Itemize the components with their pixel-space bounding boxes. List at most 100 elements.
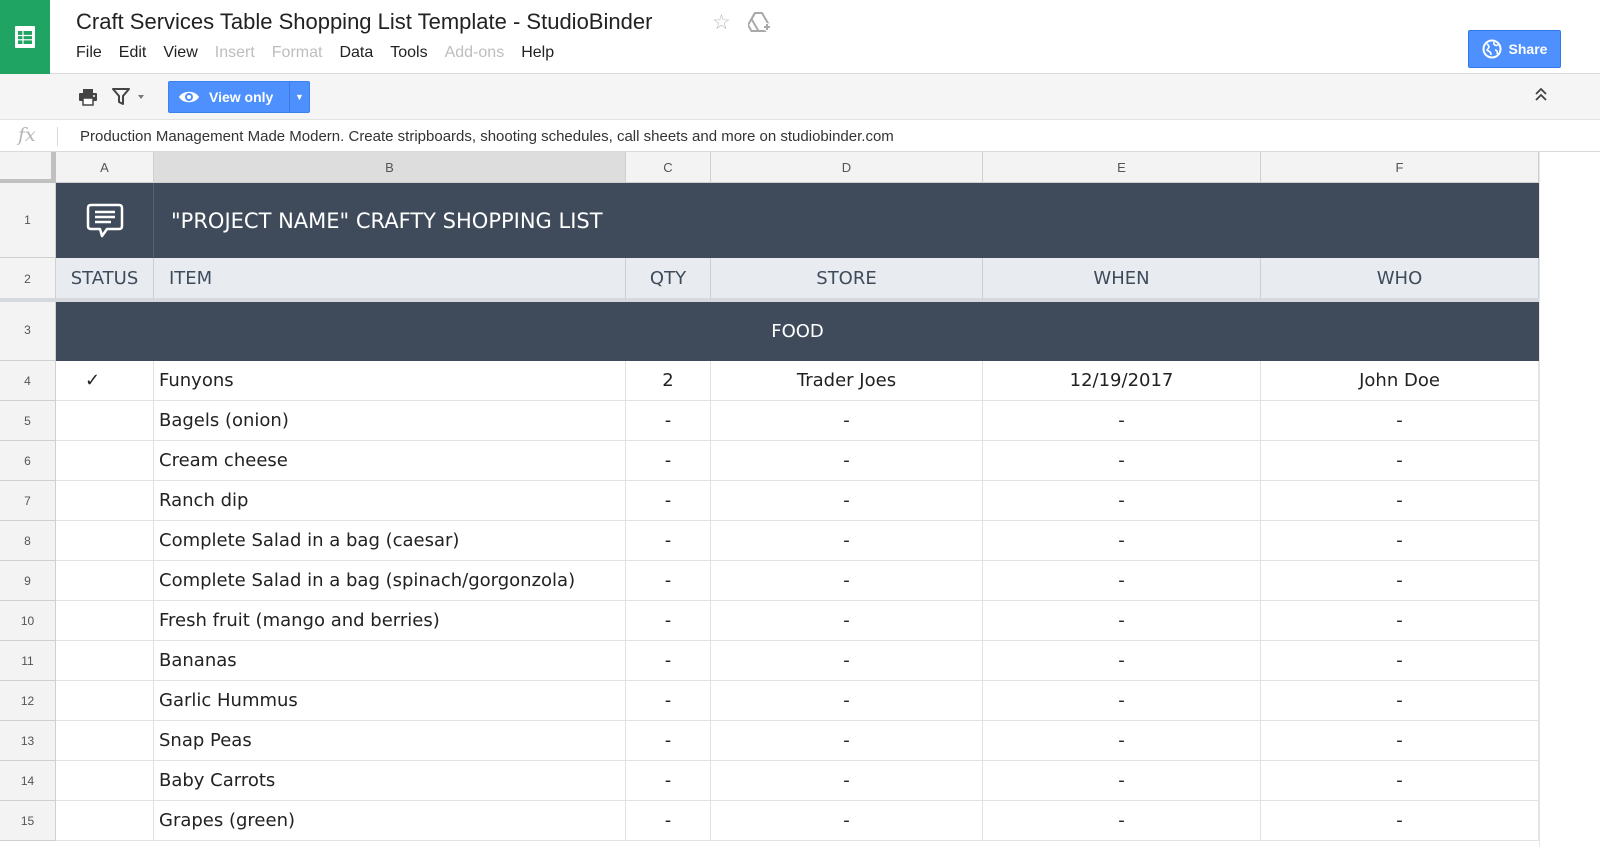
store-cell[interactable]: -	[711, 641, 983, 681]
who-cell[interactable]: -	[1261, 601, 1539, 641]
menu-view[interactable]: View	[163, 44, 197, 62]
formula-input[interactable]: Production Management Made Modern. Creat…	[80, 128, 894, 145]
store-cell[interactable]: -	[711, 401, 983, 441]
who-cell[interactable]: -	[1261, 761, 1539, 801]
row-header[interactable]: 1	[0, 183, 56, 258]
qty-cell[interactable]: 2	[626, 361, 711, 401]
qty-cell[interactable]: -	[626, 561, 711, 601]
store-cell[interactable]: -	[711, 561, 983, 601]
status-cell[interactable]	[56, 761, 154, 801]
qty-cell[interactable]: -	[626, 401, 711, 441]
store-cell[interactable]: -	[711, 761, 983, 801]
status-cell[interactable]	[56, 681, 154, 721]
who-cell[interactable]: -	[1261, 721, 1539, 761]
qty-cell[interactable]: -	[626, 521, 711, 561]
header-cell-item[interactable]: ITEM	[154, 258, 626, 299]
column-header-d[interactable]: D	[711, 152, 983, 183]
who-cell[interactable]: John Doe	[1261, 361, 1539, 401]
banner-icon-cell[interactable]	[56, 183, 154, 258]
status-cell[interactable]	[56, 481, 154, 521]
who-cell[interactable]: -	[1261, 521, 1539, 561]
column-header-a[interactable]: A	[56, 152, 154, 183]
column-header-b[interactable]: B	[154, 152, 626, 183]
row-header[interactable]: 8	[0, 521, 56, 561]
item-cell[interactable]: Funyons	[154, 361, 626, 401]
store-cell[interactable]: -	[711, 601, 983, 641]
when-cell[interactable]: -	[983, 681, 1261, 721]
row-header[interactable]: 3	[0, 300, 56, 361]
who-cell[interactable]: -	[1261, 681, 1539, 721]
qty-cell[interactable]: -	[626, 761, 711, 801]
view-only-dropdown-icon[interactable]: ▼	[289, 82, 309, 112]
drive-icon[interactable]	[746, 12, 772, 38]
qty-cell[interactable]: -	[626, 481, 711, 521]
when-cell[interactable]: -	[983, 401, 1261, 441]
row-header[interactable]: 9	[0, 561, 56, 601]
row-header[interactable]: 11	[0, 641, 56, 681]
sheet-title-cell[interactable]: "PROJECT NAME" CRAFTY SHOPPING LIST	[154, 183, 1539, 258]
when-cell[interactable]: -	[983, 721, 1261, 761]
when-cell[interactable]: 12/19/2017	[983, 361, 1261, 401]
when-cell[interactable]: -	[983, 561, 1261, 601]
store-cell[interactable]: -	[711, 441, 983, 481]
store-cell[interactable]: -	[711, 481, 983, 521]
item-cell[interactable]: Complete Salad in a bag (caesar)	[154, 521, 626, 561]
item-cell[interactable]: Grapes (green)	[154, 801, 626, 841]
menu-file[interactable]: File	[76, 44, 102, 62]
qty-cell[interactable]: -	[626, 641, 711, 681]
menu-edit[interactable]: Edit	[119, 44, 147, 62]
when-cell[interactable]: -	[983, 801, 1261, 841]
item-cell[interactable]: Bagels (onion)	[154, 401, 626, 441]
qty-cell[interactable]: -	[626, 801, 711, 841]
item-cell[interactable]: Garlic Hummus	[154, 681, 626, 721]
status-cell[interactable]	[56, 521, 154, 561]
header-cell-when[interactable]: WHEN	[983, 258, 1261, 299]
filter-icon[interactable]	[112, 88, 148, 111]
header-cell-qty[interactable]: QTY	[626, 258, 711, 299]
printer-icon[interactable]	[78, 88, 98, 111]
star-outline-icon[interactable]: ☆	[712, 10, 731, 35]
store-cell[interactable]: -	[711, 681, 983, 721]
section-food-cell[interactable]: FOOD	[56, 302, 1539, 361]
row-header[interactable]: 15	[0, 801, 56, 841]
when-cell[interactable]: -	[983, 481, 1261, 521]
who-cell[interactable]: -	[1261, 641, 1539, 681]
row-header[interactable]: 2	[0, 258, 56, 300]
who-cell[interactable]: -	[1261, 561, 1539, 601]
who-cell[interactable]: -	[1261, 481, 1539, 521]
qty-cell[interactable]: -	[626, 721, 711, 761]
sheets-logo-icon[interactable]	[0, 0, 50, 74]
status-cell[interactable]	[56, 601, 154, 641]
status-cell[interactable]	[56, 801, 154, 841]
when-cell[interactable]: -	[983, 521, 1261, 561]
status-cell[interactable]	[56, 441, 154, 481]
header-cell-store[interactable]: STORE	[711, 258, 983, 299]
status-cell[interactable]: ✓	[56, 361, 154, 401]
row-header[interactable]: 4	[0, 361, 56, 401]
store-cell[interactable]: -	[711, 521, 983, 561]
column-header-c[interactable]: C	[626, 152, 711, 183]
who-cell[interactable]: -	[1261, 801, 1539, 841]
who-cell[interactable]: -	[1261, 401, 1539, 441]
share-button[interactable]: Share	[1468, 30, 1561, 68]
when-cell[interactable]: -	[983, 761, 1261, 801]
store-cell[interactable]: -	[711, 801, 983, 841]
item-cell[interactable]: Fresh fruit (mango and berries)	[154, 601, 626, 641]
when-cell[interactable]: -	[983, 441, 1261, 481]
qty-cell[interactable]: -	[626, 681, 711, 721]
store-cell[interactable]: Trader Joes	[711, 361, 983, 401]
column-header-f[interactable]: F	[1261, 152, 1539, 183]
menu-tools[interactable]: Tools	[390, 44, 427, 62]
item-cell[interactable]: Ranch dip	[154, 481, 626, 521]
header-cell-who[interactable]: WHO	[1261, 258, 1539, 299]
who-cell[interactable]: -	[1261, 441, 1539, 481]
status-cell[interactable]	[56, 721, 154, 761]
qty-cell[interactable]: -	[626, 601, 711, 641]
item-cell[interactable]: Baby Carrots	[154, 761, 626, 801]
column-header-e[interactable]: E	[983, 152, 1261, 183]
item-cell[interactable]: Cream cheese	[154, 441, 626, 481]
item-cell[interactable]: Snap Peas	[154, 721, 626, 761]
row-header[interactable]: 6	[0, 441, 56, 481]
double-chevron-up-icon[interactable]	[1534, 86, 1548, 107]
when-cell[interactable]: -	[983, 641, 1261, 681]
